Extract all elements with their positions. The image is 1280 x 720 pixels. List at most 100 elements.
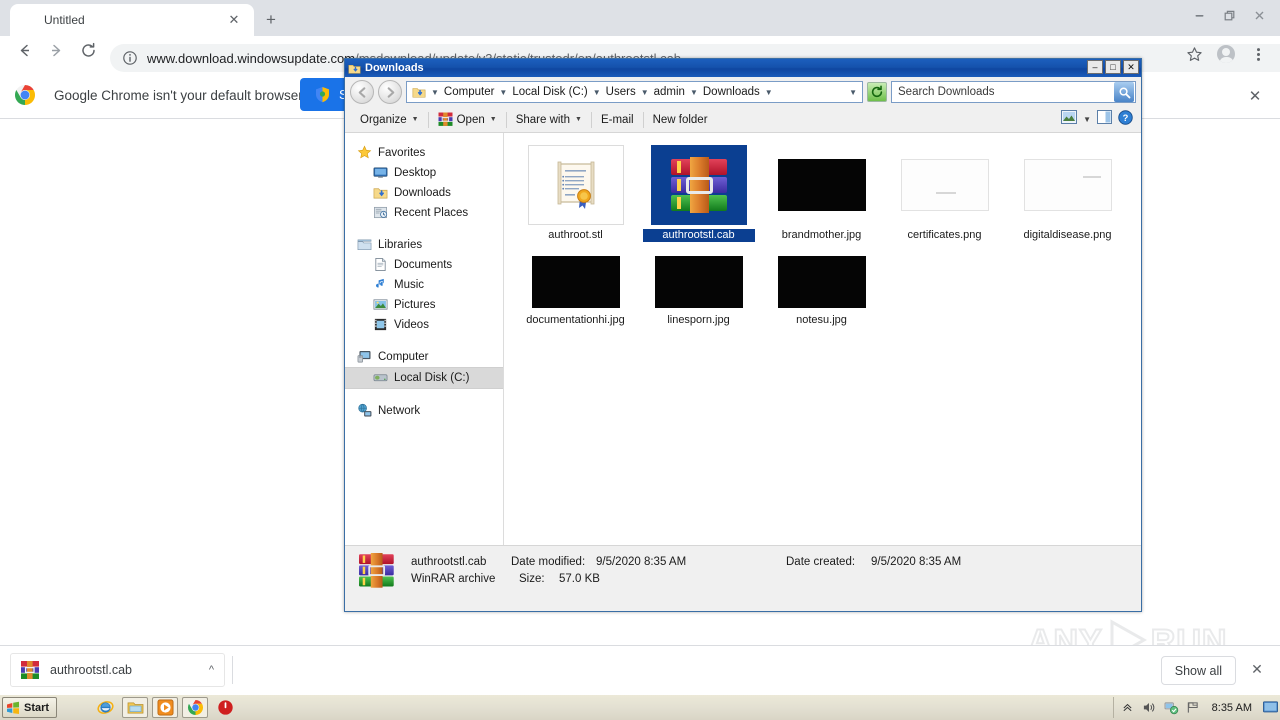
taskbar-clock[interactable]: 8:35 AM	[1212, 702, 1252, 714]
site-info-icon[interactable]	[122, 50, 138, 66]
breadcrumb-history-dropdown-icon[interactable]: ▼	[849, 88, 857, 97]
chevron-up-icon[interactable]: ^	[209, 664, 214, 676]
explorer-breadcrumb-bar[interactable]: ▼ Computer ▼ Local Disk (C:) ▼ Users ▼ a…	[406, 81, 863, 103]
sidebar-item-recent-places[interactable]: Recent Places	[345, 203, 503, 223]
file-thumbnail	[774, 254, 870, 310]
file-item-certificates-png[interactable]: certificates.png	[883, 141, 1006, 242]
sidebar-item-local-disk-c[interactable]: Local Disk (C:)	[345, 367, 503, 389]
taskbar-item-google-chrome[interactable]	[182, 697, 208, 718]
infobar-message: Google Chrome isn't your default browser	[54, 87, 303, 103]
sidebar-group-libraries[interactable]: Libraries	[345, 235, 503, 255]
window-minimize-icon[interactable]	[1184, 2, 1214, 28]
open-button[interactable]: Open ▼	[431, 109, 504, 131]
forward-button[interactable]	[44, 42, 68, 66]
sidebar-label-pictures: Pictures	[394, 299, 436, 311]
network-tray-icon[interactable]	[1164, 700, 1179, 715]
file-item-authroot-stl[interactable]: authroot.stl	[514, 141, 637, 242]
details-date-created-label: Date created:	[786, 555, 856, 568]
share-with-button[interactable]: Share with ▼	[509, 109, 589, 131]
file-row: authroot.stl authrootstl.cab brandmother…	[514, 141, 1141, 242]
file-item-brandmother-jpg[interactable]: brandmother.jpg	[760, 141, 883, 242]
explorer-title-bar[interactable]: Downloads – □ ✕	[345, 59, 1141, 77]
explorer-refresh-button[interactable]	[867, 82, 887, 102]
explorer-window-title: Downloads	[365, 62, 424, 74]
browser-menu-icon[interactable]	[1244, 40, 1272, 68]
breadcrumb-item-computer[interactable]: Computer	[442, 86, 497, 98]
screenshot-root: Untitled ✕ + www.download.windowsupdate.…	[0, 0, 1280, 720]
browser-tab[interactable]: Untitled ✕	[10, 4, 254, 36]
sidebar-group-network[interactable]: Network	[345, 401, 503, 421]
show-desktop-icon[interactable]	[1263, 700, 1278, 715]
svg-text:?: ?	[1123, 112, 1129, 122]
taskbar-item-internet-explorer[interactable]	[92, 697, 118, 718]
breadcrumb-separator: ▼	[592, 87, 601, 97]
flag-icon[interactable]	[1186, 700, 1201, 715]
breadcrumb-item-admin[interactable]: admin	[652, 86, 687, 98]
sidebar-item-downloads[interactable]: Downloads	[345, 183, 503, 203]
tab-close-icon[interactable]: ✕	[226, 12, 242, 28]
white-image-thumbnail	[900, 159, 989, 211]
breadcrumb-item-local-disk[interactable]: Local Disk (C:)	[510, 86, 589, 98]
bookmark-star-icon[interactable]	[1180, 40, 1208, 68]
back-button[interactable]	[12, 42, 36, 66]
sidebar-label-network: Network	[378, 405, 421, 417]
sidebar-label-libraries: Libraries	[378, 239, 423, 251]
share-with-label: Share with	[515, 113, 571, 126]
white-image-thumbnail	[1023, 159, 1112, 211]
browser-window-controls	[1184, 0, 1274, 30]
explorer-file-list[interactable]: authroot.stl authrootstl.cab brandmother…	[504, 133, 1141, 545]
breadcrumb-item-downloads[interactable]: Downloads	[701, 86, 762, 98]
infobar-close-icon[interactable]: ✕	[1244, 86, 1266, 108]
sidebar-item-documents[interactable]: Documents	[345, 255, 503, 275]
speaker-icon[interactable]	[1142, 700, 1157, 715]
sidebar-item-videos[interactable]: Videos	[345, 315, 503, 335]
download-item[interactable]: authrootstl.cab ^	[10, 653, 225, 687]
email-button[interactable]: E-mail	[594, 109, 641, 131]
profile-avatar-icon[interactable]	[1212, 40, 1240, 68]
explorer-close-button[interactable]: ✕	[1123, 60, 1139, 74]
sidebar-item-desktop[interactable]: Desktop	[345, 163, 503, 183]
taskbar-item-red-app[interactable]	[212, 697, 238, 718]
explorer-back-button[interactable]	[350, 80, 374, 104]
explorer-forward-button[interactable]	[378, 80, 402, 104]
sidebar-group-favorites[interactable]: Favorites	[345, 143, 503, 163]
file-label: linesporn.jpg	[667, 314, 730, 326]
organize-button[interactable]: Organize ▼	[353, 109, 426, 131]
taskbar-item-windows-explorer[interactable]	[122, 697, 148, 718]
view-dropdown-icon[interactable]: ▼	[1083, 115, 1091, 124]
shelf-close-icon[interactable]: ✕	[1246, 658, 1268, 680]
explorer-body: Favorites Desktop Downloads Recent Place…	[345, 133, 1141, 545]
toolbar-divider	[427, 111, 429, 128]
breadcrumb-item-users[interactable]: Users	[604, 86, 638, 98]
sidebar-group-computer[interactable]: Computer	[345, 347, 503, 367]
help-icon[interactable]: ?	[1118, 109, 1133, 130]
reload-button[interactable]	[76, 42, 100, 66]
show-all-downloads-button[interactable]: Show all	[1160, 656, 1236, 685]
new-folder-button[interactable]: New folder	[646, 109, 715, 131]
sidebar-item-music[interactable]: Music	[345, 275, 503, 295]
sidebar-label-documents: Documents	[394, 259, 453, 271]
preview-pane-icon[interactable]	[1061, 110, 1078, 129]
breadcrumb-separator: ▼	[499, 87, 508, 97]
window-close-icon[interactable]	[1244, 2, 1274, 28]
new-tab-button[interactable]: +	[260, 9, 282, 31]
chevron-up-icon[interactable]	[1120, 700, 1135, 715]
browser-tab-strip: Untitled ✕ +	[0, 0, 1280, 36]
file-item-documentationhi-jpg[interactable]: documentationhi.jpg	[514, 250, 637, 327]
explorer-maximize-button[interactable]: □	[1105, 60, 1121, 74]
file-item-digitaldisease-png[interactable]: digitaldisease.png	[1006, 141, 1129, 242]
system-tray: 8:35 AM	[1112, 697, 1278, 718]
desktop-icon	[373, 165, 389, 181]
show-pane-icon[interactable]	[1097, 110, 1112, 129]
breadcrumb-separator: ▼	[764, 87, 773, 97]
file-item-linesporn-jpg[interactable]: linesporn.jpg	[637, 250, 760, 327]
window-restore-icon[interactable]	[1214, 2, 1244, 28]
file-item-authrootstl-cab[interactable]: authrootstl.cab	[637, 141, 760, 242]
file-item-notesu-jpg[interactable]: notesu.jpg	[760, 250, 883, 327]
taskbar-item-media-player[interactable]	[152, 697, 178, 718]
search-icon[interactable]	[1114, 82, 1134, 102]
sidebar-item-pictures[interactable]: Pictures	[345, 295, 503, 315]
explorer-search-box[interactable]: Search Downloads	[891, 81, 1136, 103]
explorer-minimize-button[interactable]: –	[1087, 60, 1103, 74]
start-button[interactable]: Start	[2, 697, 58, 718]
